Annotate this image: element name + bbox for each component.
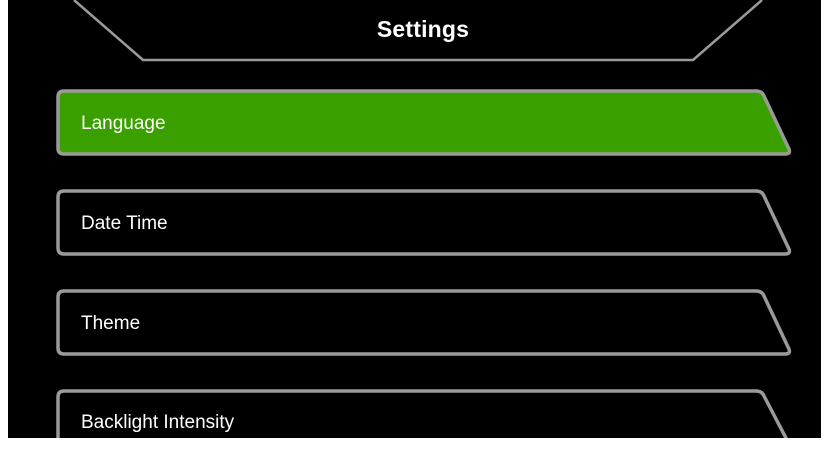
menu-item-language[interactable]: [56, 90, 796, 156]
settings-screen: Settings Language Date Time Theme Backli…: [8, 0, 821, 438]
menu-item-label-language: Language: [81, 113, 166, 134]
menu-item-label-theme: Theme: [81, 313, 141, 334]
menu-item-label-backlight-intensity: Backlight Intensity: [81, 412, 235, 433]
page-title: Settings: [376, 16, 470, 42]
menu-item-theme[interactable]: [56, 290, 796, 356]
menu-item-label-date-time: Date Time: [81, 213, 168, 234]
